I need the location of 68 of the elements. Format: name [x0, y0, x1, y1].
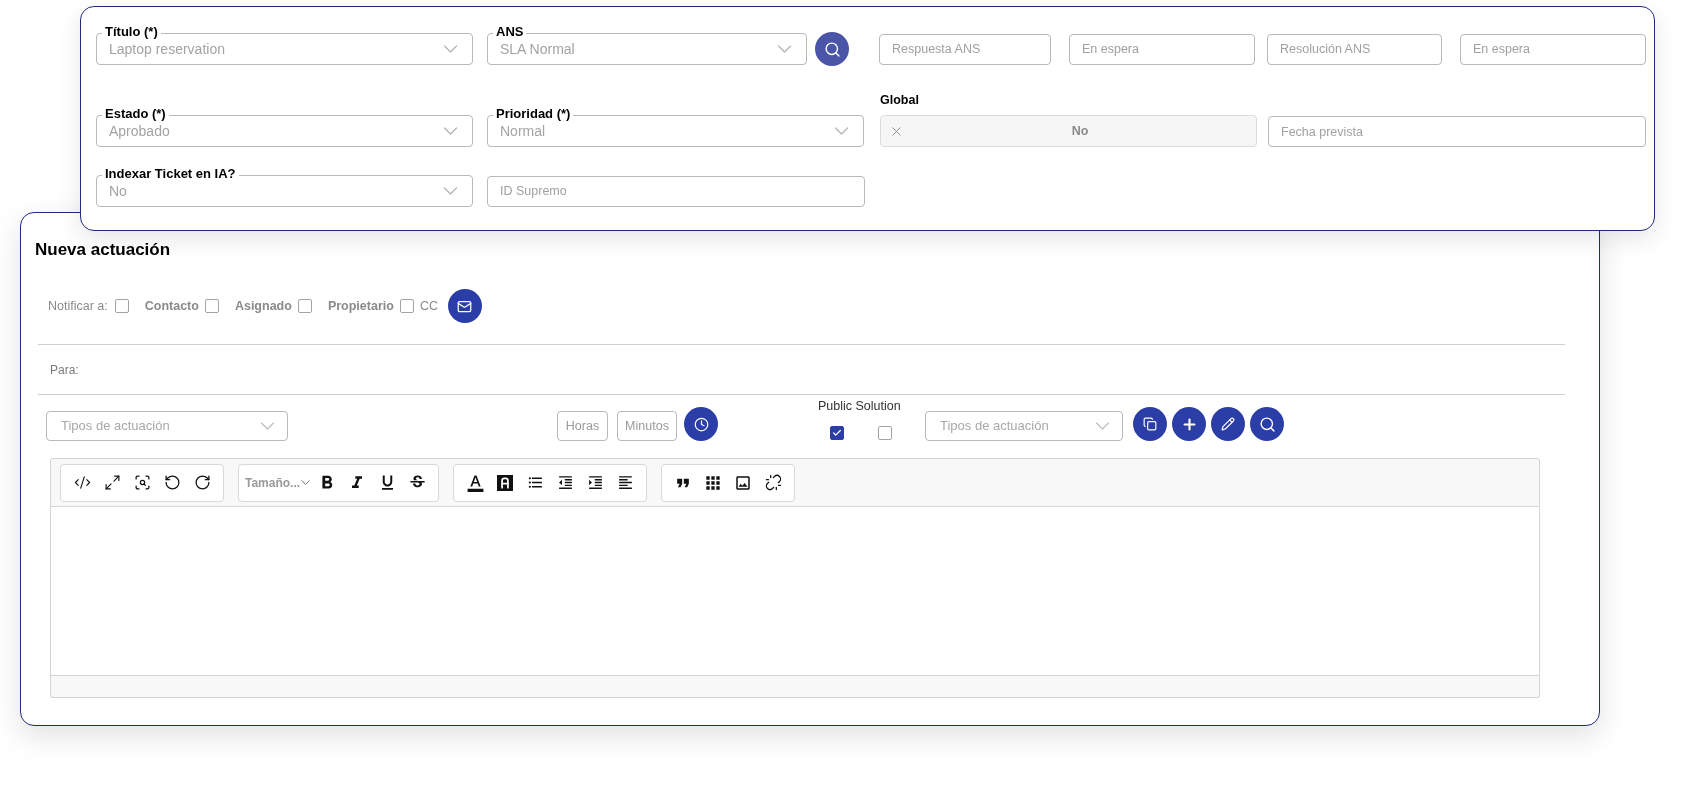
title-label: Título (*) [102, 25, 161, 39]
chevron-icon [443, 127, 458, 135]
global-label: Global [880, 93, 919, 107]
edit-button[interactable] [1211, 407, 1245, 441]
mail-icon [457, 298, 473, 314]
public-solution-label: Public Solution [818, 399, 901, 413]
minutes-input[interactable]: Minutos [617, 411, 677, 441]
sla-label: ANS [493, 25, 527, 39]
sla-time-input[interactable]: Resolución ANS [1267, 33, 1442, 65]
notify-label: Notificar a: [48, 297, 108, 315]
status-label: Estado (*) [102, 107, 169, 121]
sla-time-input[interactable]: En espera [1460, 33, 1646, 65]
highlight-icon [497, 474, 514, 491]
action-type-select[interactable]: Tipos de actuación [46, 411, 288, 441]
hours-input[interactable]: Horas [557, 411, 608, 441]
redo-icon [193, 474, 211, 491]
global-select[interactable]: No [880, 115, 1257, 147]
font-size-select[interactable]: Tamaño... [245, 468, 311, 497]
add-button[interactable] [1172, 407, 1206, 441]
indent-icon [586, 474, 604, 491]
align-left-icon [616, 474, 634, 491]
recipient-label: Asignado [234, 297, 292, 315]
sla-time-input[interactable]: En espera [1069, 33, 1255, 65]
chevron-icon [834, 127, 849, 135]
text-color-icon [465, 473, 485, 492]
recipient-label: CC [419, 297, 438, 315]
check-icon [832, 428, 842, 438]
chevron-icon [301, 480, 311, 485]
checkbox[interactable] [204, 299, 219, 313]
chevron-icon [1095, 422, 1110, 430]
image-icon [734, 473, 753, 492]
scan-search-icon [133, 474, 151, 491]
recipient-label: Contacto [144, 297, 199, 315]
expand-arrows-icon [103, 474, 121, 491]
index-ticket-label: Indexar Ticket en IA? [102, 167, 239, 181]
search-button[interactable] [815, 32, 849, 66]
clock-icon [693, 416, 709, 432]
outdent-icon [556, 474, 574, 491]
sla-time-input[interactable]: Respuesta ANS [879, 33, 1051, 65]
copy-icon [1143, 417, 1157, 431]
chevron-icon [777, 45, 792, 53]
action-type-select[interactable]: Tipos de actuación [925, 411, 1123, 441]
search-button[interactable] [1250, 407, 1284, 441]
search-icon [823, 40, 841, 58]
checkbox[interactable] [830, 426, 844, 440]
chevron-icon [443, 45, 458, 53]
checkbox[interactable] [297, 299, 312, 313]
email-button[interactable] [447, 289, 482, 323]
unlink-icon [764, 474, 782, 491]
due-date-input[interactable]: Fecha prevista [1268, 116, 1646, 147]
checkbox[interactable] [878, 426, 892, 440]
chevron-icon [443, 187, 458, 195]
copy-button[interactable] [1133, 407, 1167, 441]
undo-icon [163, 474, 181, 491]
pencil-icon [1221, 417, 1235, 431]
checkbox[interactable] [399, 299, 414, 313]
checkbox[interactable] [114, 299, 129, 313]
section-title: Nueva actuación [35, 239, 171, 261]
plus-icon [1180, 415, 1198, 433]
bullet-list-icon [526, 474, 544, 491]
recipient-label: Propietario [327, 297, 394, 315]
clock-button[interactable] [684, 407, 718, 441]
chevron-icon [260, 422, 275, 430]
search-icon [1258, 415, 1276, 433]
priority-label: Prioridad (*) [493, 107, 574, 121]
to-label: Para: [50, 362, 79, 378]
code-icon [73, 474, 91, 491]
supreme-id-input[interactable]: ID Supremo [487, 175, 865, 207]
